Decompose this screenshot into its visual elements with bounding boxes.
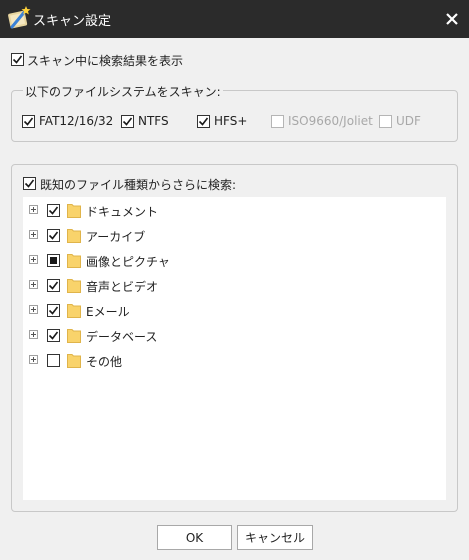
title-bar: スキャン設定 [0, 0, 469, 38]
folder-icon [67, 329, 81, 343]
expand-other-icon[interactable] [29, 355, 38, 364]
hfs-label[interactable]: HFS+ [214, 114, 247, 128]
fat-checkbox[interactable] [22, 115, 35, 128]
expand-documents-icon[interactable] [29, 205, 38, 214]
documents-checkbox[interactable] [47, 204, 60, 217]
documents-label: ドキュメント [86, 205, 159, 219]
partial-check-indicator [50, 257, 57, 264]
hfs-checkbox[interactable] [197, 115, 210, 128]
tree-item-archives[interactable]: アーカイブ [23, 224, 446, 246]
close-button[interactable] [435, 0, 469, 38]
ntfs-label[interactable]: NTFS [138, 114, 169, 128]
expand-email-icon[interactable] [29, 305, 38, 314]
database-checkbox[interactable] [47, 329, 60, 342]
folder-icon [67, 254, 81, 268]
expand-audio-video-icon[interactable] [29, 280, 38, 289]
show-results-checkbox[interactable] [11, 53, 24, 66]
tree-item-images[interactable]: 画像とピクチャ [23, 249, 446, 271]
ntfs-checkbox[interactable] [121, 115, 134, 128]
filetypes-label[interactable]: 既知のファイル種類からさらに検索: [40, 176, 236, 193]
folder-icon [67, 204, 81, 218]
tree-item-database[interactable]: データベース [23, 324, 446, 346]
udf-checkbox[interactable] [379, 115, 392, 128]
iso9660-checkbox[interactable] [271, 115, 284, 128]
email-label: Eメール [86, 305, 130, 319]
tree-item-documents[interactable]: ドキュメント [23, 199, 446, 221]
filetypes-checkbox[interactable] [23, 177, 36, 190]
audio-video-label: 音声とビデオ [86, 280, 159, 294]
email-checkbox[interactable] [47, 304, 60, 317]
expand-database-icon[interactable] [29, 330, 38, 339]
tree-item-other[interactable]: その他 [23, 349, 446, 371]
expand-images-icon[interactable] [29, 255, 38, 264]
database-label: データベース [86, 330, 158, 344]
expand-archives-icon[interactable] [29, 230, 38, 239]
audio-video-checkbox[interactable] [47, 279, 60, 292]
cancel-button[interactable]: キャンセル [237, 525, 313, 550]
folder-icon [67, 304, 81, 318]
fat-label[interactable]: FAT12/16/32 [39, 114, 113, 128]
show-results-label[interactable]: スキャン中に検索結果を表示 [27, 52, 183, 69]
folder-icon [67, 279, 81, 293]
tree-item-email[interactable]: Eメール [23, 299, 446, 321]
magic-wand-icon [8, 6, 31, 29]
tree-item-audio-video[interactable]: 音声とビデオ [23, 274, 446, 296]
images-checkbox[interactable] [47, 254, 60, 267]
archives-label: アーカイブ [86, 230, 146, 244]
udf-label[interactable]: UDF [396, 114, 421, 128]
window-title: スキャン設定 [33, 14, 112, 29]
filesystems-legend: 以下のファイルシステムをスキャン: [23, 83, 223, 100]
filetype-tree[interactable]: ドキュメント アーカイブ 画像とピクチャ 音声とビデオ Eメール データベース … [23, 197, 446, 500]
iso9660-label[interactable]: ISO9660/Joliet [288, 114, 373, 128]
archives-checkbox[interactable] [47, 229, 60, 242]
images-label: 画像とピクチャ [86, 255, 170, 269]
folder-icon [67, 229, 81, 243]
other-label: その他 [86, 355, 123, 369]
folder-icon [67, 354, 81, 368]
ok-button[interactable]: OK [157, 525, 232, 550]
other-checkbox[interactable] [47, 354, 60, 367]
close-icon [446, 13, 458, 25]
